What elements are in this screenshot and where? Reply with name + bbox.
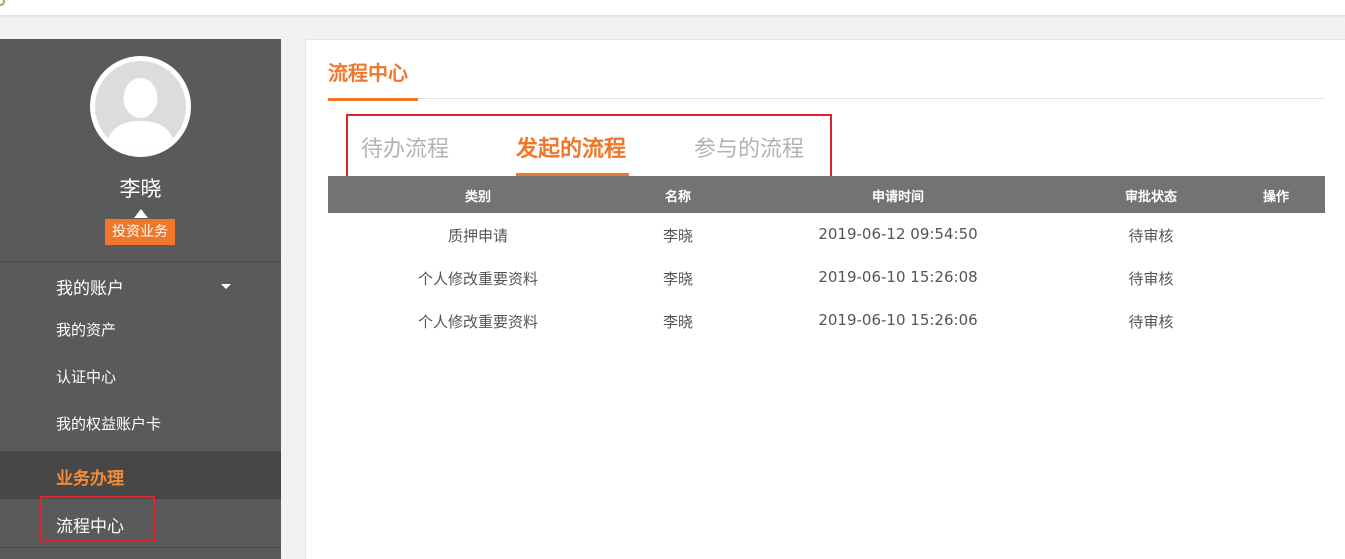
top-bar	[0, 0, 1345, 16]
cell-category: 个人修改重要资料	[417, 313, 538, 331]
avatar[interactable]	[90, 56, 191, 157]
cell-name: 李晓	[662, 270, 693, 288]
table-row: 个人修改重要资料 李晓 2019-06-10 15:26:08 待审核	[328, 256, 1325, 299]
table-row: 个人修改重要资料 李晓 2019-06-10 15:26:06 待审核	[328, 299, 1325, 342]
title-underline	[328, 98, 418, 101]
menu-item-my-assets[interactable]: 我的资产	[56, 319, 116, 340]
page-title: 流程中心	[328, 61, 408, 85]
table-header: 类别 名称 申请时间 审批状态 操作	[328, 176, 1325, 213]
column-header-action: 操作	[1262, 190, 1289, 205]
logo-icon	[0, 0, 5, 6]
tab-participated[interactable]: 参与的流程	[694, 131, 804, 163]
divider	[0, 547, 281, 548]
column-header-status: 审批状态	[1124, 190, 1177, 205]
highlight-box	[40, 496, 155, 542]
role-badge: 投资业务	[105, 219, 175, 245]
menu-item-auth-center[interactable]: 认证中心	[56, 366, 116, 387]
title-rule	[328, 98, 1325, 99]
menu-my-account[interactable]: 我的账户	[56, 274, 124, 299]
cell-status: 待审核	[1128, 227, 1174, 245]
menu-item-equity-card[interactable]: 我的权益账户卡	[56, 413, 161, 434]
main-panel: 流程中心 待办流程 发起的流程 参与的流程 类别 名称 申请时间 审批状态 操作…	[305, 39, 1345, 559]
cell-time: 2019-06-12 09:54:50	[818, 225, 978, 243]
column-header-category: 类别	[464, 190, 491, 205]
badge-pointer-icon	[134, 209, 148, 218]
sidebar: 李晓 投资业务 我的账户 我的资产 认证中心 我的权益账户卡 业务办理 流程中心	[0, 39, 281, 559]
cell-name: 李晓	[662, 313, 693, 331]
tab-initiated[interactable]: 发起的流程	[516, 131, 626, 163]
column-header-time: 申请时间	[871, 190, 924, 205]
tab-pending[interactable]: 待办流程	[361, 131, 449, 163]
cell-time: 2019-06-10 15:26:08	[818, 268, 978, 286]
cell-status: 待审核	[1128, 313, 1174, 331]
cell-category: 质押申请	[447, 227, 508, 245]
divider	[0, 261, 281, 262]
cell-category: 个人修改重要资料	[417, 270, 538, 288]
table-row: 质押申请 李晓 2019-06-12 09:54:50 待审核	[328, 213, 1325, 256]
section-title: 业务办理	[56, 469, 124, 489]
cell-status: 待审核	[1128, 270, 1174, 288]
caret-down-icon[interactable]	[221, 284, 231, 289]
user-name: 李晓	[119, 177, 162, 201]
section-business: 业务办理	[0, 451, 281, 499]
avatar-placeholder-icon	[95, 61, 186, 152]
cell-name: 李晓	[662, 227, 693, 245]
cell-time: 2019-06-10 15:26:06	[818, 311, 978, 329]
column-header-name: 名称	[664, 190, 691, 205]
